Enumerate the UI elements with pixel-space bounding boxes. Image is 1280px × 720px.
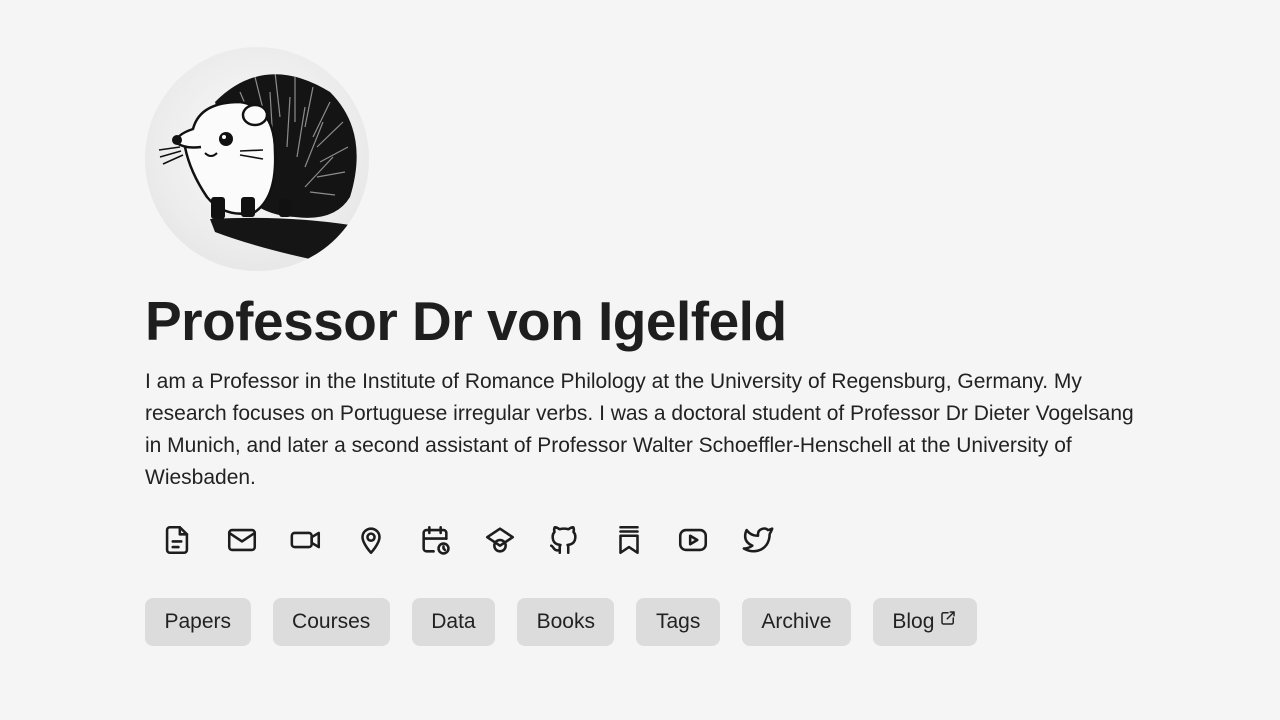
cv-link[interactable] <box>145 518 210 562</box>
nav-papers-button[interactable]: Papers <box>145 598 251 646</box>
nav-label: Archive <box>761 610 832 633</box>
youtube-icon <box>679 528 708 552</box>
video-camera-icon <box>290 531 321 549</box>
nav-label: Papers <box>164 610 232 633</box>
scholar-link[interactable] <box>468 518 533 562</box>
nav-courses-button[interactable]: Courses <box>272 598 390 646</box>
github-icon <box>550 526 577 555</box>
document-icon <box>166 525 189 555</box>
mail-icon <box>227 528 256 552</box>
avatar <box>145 47 369 271</box>
nav-books-button[interactable]: Books <box>517 598 615 646</box>
nav-archive-button[interactable]: Archive <box>741 598 851 646</box>
nav-label: Data <box>431 610 476 633</box>
profile-page: Professor Dr von Igelfeld I am a Profess… <box>0 0 1280 720</box>
map-pin-icon <box>360 527 381 555</box>
nav-label: Books <box>536 610 595 633</box>
bio-text: I am a Professor in the Institute of Rom… <box>145 370 1134 489</box>
twitter-icon <box>742 527 774 553</box>
social-icon-row <box>145 518 790 562</box>
nav-label: Courses <box>292 610 371 633</box>
bookmarks-link[interactable] <box>597 518 662 562</box>
hedgehog-illustration <box>158 71 357 259</box>
nav-label: Blog <box>892 610 935 633</box>
calendar-link[interactable] <box>403 518 468 562</box>
nav-data-button[interactable]: Data <box>411 598 496 646</box>
nav-label: Tags <box>655 610 701 633</box>
location-link[interactable] <box>339 518 404 562</box>
nav-blog-button[interactable]: Blog <box>872 598 977 646</box>
youtube-link[interactable] <box>661 518 726 562</box>
page-title: Professor Dr von Igelfeld <box>145 290 787 352</box>
bookmark-stack-icon <box>618 525 639 555</box>
nav-tags-button[interactable]: Tags <box>636 598 720 646</box>
graduation-cap-icon <box>485 527 514 553</box>
video-link[interactable] <box>274 518 339 562</box>
external-link-icon <box>941 611 956 625</box>
github-link[interactable] <box>532 518 597 562</box>
twitter-link[interactable] <box>726 518 791 562</box>
email-link[interactable] <box>210 518 275 562</box>
nav-button-row: Papers Courses Data Books Tags Archive B… <box>145 598 977 646</box>
calendar-clock-icon <box>422 525 450 555</box>
